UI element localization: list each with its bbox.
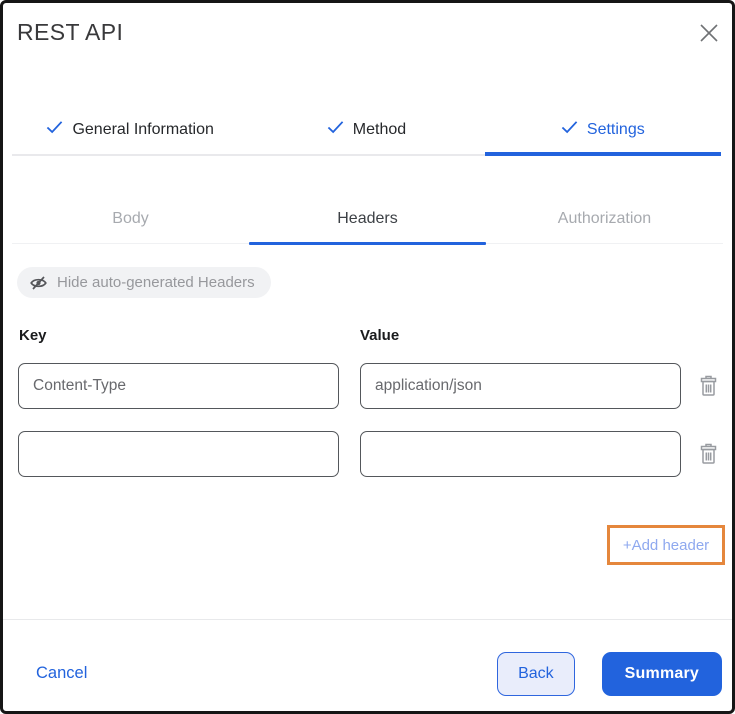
trash-icon — [698, 374, 719, 398]
eye-off-icon — [29, 274, 48, 292]
cancel-button[interactable]: Cancel — [36, 664, 87, 683]
page-title: REST API — [17, 19, 123, 46]
check-icon — [561, 120, 578, 139]
back-button[interactable]: Back — [497, 652, 575, 696]
key-column-label: Key — [19, 327, 47, 344]
header-key-input-1[interactable] — [18, 431, 339, 477]
step-method[interactable]: Method — [248, 103, 484, 156]
step-label: General Information — [72, 121, 213, 139]
check-icon — [46, 120, 63, 139]
step-general-information[interactable]: General Information — [12, 103, 248, 156]
header-key-input-0[interactable] — [18, 363, 339, 409]
delete-header-button-1[interactable] — [694, 440, 722, 468]
header-value-input-1[interactable] — [360, 431, 681, 477]
tab-label: Headers — [337, 210, 397, 228]
step-settings[interactable]: Settings — [485, 103, 721, 156]
check-icon — [327, 120, 344, 139]
tab-body[interactable]: Body — [12, 204, 249, 244]
hide-auto-generated-headers-toggle[interactable]: Hide auto-generated Headers — [17, 267, 271, 298]
toggle-label: Hide auto-generated Headers — [57, 274, 255, 291]
add-header-highlight: +Add header — [607, 525, 725, 565]
stepper: General Information Method Settings — [12, 103, 721, 156]
close-icon[interactable] — [696, 20, 722, 46]
rest-api-modal: REST API General Information Method Sett… — [0, 0, 735, 714]
tab-label: Body — [112, 210, 148, 228]
settings-subtabs: Body Headers Authorization — [12, 204, 723, 244]
modal-footer: Cancel Back Summary — [3, 619, 732, 711]
tab-authorization[interactable]: Authorization — [486, 204, 723, 244]
value-column-label: Value — [360, 327, 399, 344]
step-label: Settings — [587, 121, 645, 139]
summary-button[interactable]: Summary — [602, 652, 722, 696]
tab-headers[interactable]: Headers — [249, 204, 486, 244]
delete-header-button-0[interactable] — [694, 372, 722, 400]
tab-label: Authorization — [558, 210, 651, 228]
trash-icon — [698, 442, 719, 466]
header-value-input-0[interactable] — [360, 363, 681, 409]
step-label: Method — [353, 121, 406, 139]
add-header-button[interactable]: +Add header — [623, 537, 709, 554]
